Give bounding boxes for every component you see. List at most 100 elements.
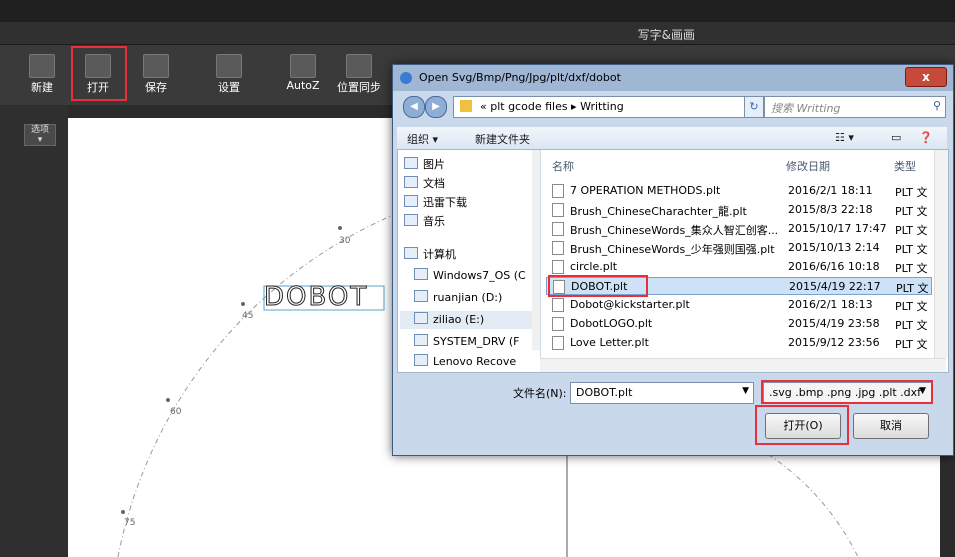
nav-label: 图片 bbox=[423, 158, 445, 171]
nav-item-pictures[interactable]: 图片 bbox=[404, 156, 445, 174]
nav-item-computer[interactable]: 计算机 bbox=[404, 246, 456, 264]
close-button[interactable]: x bbox=[905, 67, 947, 87]
drive-icon bbox=[414, 334, 428, 346]
nav-label: Windows7_OS (C bbox=[433, 269, 526, 282]
settings-tools-icon bbox=[216, 54, 242, 78]
file-type: PLT 文 bbox=[895, 300, 928, 313]
file-type: PLT 文 bbox=[896, 282, 929, 295]
file-type: PLT 文 bbox=[895, 319, 928, 332]
command-bar: 组织 ▾ 新建文件夹 ☷ ▾ ▭ ❓ bbox=[397, 127, 947, 150]
new-label: 新建 bbox=[31, 81, 53, 94]
file-icon bbox=[552, 184, 564, 198]
new-button[interactable]: 新建 bbox=[16, 52, 68, 96]
recovery-drive-icon bbox=[414, 354, 428, 366]
file-icon bbox=[552, 260, 564, 274]
options-label: 选项 bbox=[30, 125, 49, 135]
pictures-icon bbox=[404, 157, 418, 169]
dialog-app-icon bbox=[400, 72, 412, 84]
save-icon bbox=[143, 54, 169, 78]
top-strip bbox=[0, 0, 955, 22]
file-date: 2015/4/19 23:58 bbox=[788, 317, 880, 330]
column-header-name[interactable]: 名称 bbox=[552, 158, 574, 174]
file-name: Dobot@kickstarter.plt bbox=[570, 298, 690, 311]
navigation-pane: 图片 文档 迅雷下载 音乐 计算机 Windows7_OS (C ruanjia… bbox=[398, 150, 541, 372]
nav-item-drive-d[interactable]: ruanjian (D:) bbox=[414, 290, 502, 308]
view-options-icon[interactable]: ☷ ▾ bbox=[835, 131, 854, 144]
file-date: 2015/8/3 22:18 bbox=[788, 203, 873, 216]
column-header-date[interactable]: 修改日期 bbox=[786, 158, 830, 174]
canvas-text-dobot[interactable]: DOBOT bbox=[263, 282, 368, 313]
file-type: PLT 文 bbox=[895, 186, 928, 199]
address-path: « plt gcode files ▸ Writting bbox=[480, 100, 624, 113]
nav-item-drive-e[interactable]: ziliao (E:) bbox=[414, 312, 484, 330]
options-button[interactable]: 选项 ▾ bbox=[24, 124, 56, 146]
column-header-type[interactable]: 类型 bbox=[894, 158, 916, 174]
nav-item-music[interactable]: 音乐 bbox=[404, 213, 445, 231]
file-date: 2015/4/19 22:17 bbox=[789, 280, 881, 293]
file-row[interactable]: Brush_ChineseWords_集众人智汇创客... 2015/10/17 … bbox=[546, 220, 932, 238]
file-row[interactable]: 7 OPERATION METHODS.plt 2016/2/1 18:11 PLT… bbox=[546, 182, 932, 200]
nav-label: 迅雷下载 bbox=[423, 196, 467, 209]
file-date: 2016/6/16 10:18 bbox=[788, 260, 880, 273]
file-name: Brush_ChineseCharachter_龍.plt bbox=[570, 205, 747, 218]
degree-label-60: 60 bbox=[170, 407, 182, 417]
file-icon bbox=[552, 241, 564, 255]
settings-button[interactable]: 设置 bbox=[203, 52, 255, 96]
forward-arrow-icon[interactable]: ▶ bbox=[425, 96, 447, 118]
chevron-down-icon[interactable]: ▼ bbox=[742, 386, 749, 396]
search-placeholder: 搜索 Writting bbox=[771, 102, 841, 115]
nav-item-drive-c[interactable]: Windows7_OS (C bbox=[414, 268, 526, 286]
file-row[interactable]: Brush_ChineseCharachter_龍.plt 2015/8/3 22… bbox=[546, 201, 932, 219]
save-button[interactable]: 保存 bbox=[130, 52, 182, 96]
position-sync-icon bbox=[346, 54, 372, 78]
left-sidebar bbox=[0, 105, 68, 557]
file-type: PLT 文 bbox=[895, 205, 928, 218]
open-confirm-highlight bbox=[755, 405, 849, 445]
file-list-scrollbar[interactable] bbox=[934, 150, 948, 358]
file-date: 2015/9/12 23:56 bbox=[788, 336, 880, 349]
refresh-icon[interactable]: ↻ bbox=[744, 96, 764, 118]
app-title: 写字&画画 bbox=[637, 28, 695, 42]
file-name: circle.plt bbox=[570, 260, 618, 273]
file-row[interactable]: Love Letter.plt 2015/9/12 23:56 PLT 文 bbox=[546, 334, 932, 352]
filename-label: 文件名(N): bbox=[513, 387, 567, 400]
search-input[interactable]: 搜索 Writting ⚲ bbox=[764, 96, 946, 118]
file-name: Brush_ChineseWords_集众人智汇创客... bbox=[570, 224, 779, 237]
position-sync-label: 位置同步 bbox=[337, 81, 381, 94]
filename-input[interactable]: DOBOT.plt ▼ bbox=[570, 382, 754, 404]
autoz-label: AutoZ bbox=[286, 79, 320, 92]
file-row[interactable]: Brush_ChineseWords_少年强则国强.plt 2015/10/13 … bbox=[546, 239, 932, 257]
file-date: 2015/10/13 2:14 bbox=[788, 241, 880, 254]
nav-label: 音乐 bbox=[423, 215, 445, 228]
nav-item-drive-f[interactable]: SYSTEM_DRV (F bbox=[414, 334, 520, 352]
help-icon[interactable]: ❓ bbox=[919, 131, 933, 144]
file-icon bbox=[552, 203, 564, 217]
position-sync-button[interactable]: 位置同步 bbox=[333, 52, 385, 96]
nav-label: Lenovo Recove bbox=[433, 355, 517, 368]
file-row[interactable]: circle.plt 2016/6/16 10:18 PLT 文 bbox=[546, 258, 932, 276]
file-row[interactable]: DobotLOGO.plt 2015/4/19 23:58 PLT 文 bbox=[546, 315, 932, 333]
nav-item-lenovo-recovery[interactable]: Lenovo Recove bbox=[414, 354, 516, 372]
nav-scrollbar[interactable] bbox=[532, 150, 540, 350]
nav-label: SYSTEM_DRV (F bbox=[433, 335, 520, 348]
app-title-bar bbox=[0, 22, 955, 45]
file-row[interactable]: Dobot@kickstarter.plt 2016/2/1 18:13 PLT 文 bbox=[546, 296, 932, 314]
new-folder-button[interactable]: 新建文件夹 bbox=[475, 131, 530, 147]
music-icon bbox=[404, 214, 418, 226]
cancel-button[interactable]: 取消 bbox=[853, 413, 929, 439]
organize-button[interactable]: 组织 ▾ bbox=[407, 131, 438, 147]
search-icon: ⚲ bbox=[932, 99, 941, 112]
file-icon bbox=[552, 317, 564, 331]
horizontal-scrollbar[interactable] bbox=[540, 358, 946, 372]
file-icon bbox=[552, 298, 564, 312]
file-type: PLT 文 bbox=[895, 243, 928, 256]
nav-item-thunder-downloads[interactable]: 迅雷下载 bbox=[404, 194, 467, 212]
drive-icon bbox=[414, 312, 428, 324]
back-arrow-icon[interactable]: ◀ bbox=[403, 96, 425, 118]
selected-file-highlight bbox=[548, 275, 648, 297]
nav-item-documents[interactable]: 文档 bbox=[404, 175, 445, 193]
autoz-button[interactable]: AutoZ bbox=[277, 52, 329, 96]
file-name: Brush_ChineseWords_少年强则国强.plt bbox=[570, 243, 775, 256]
address-bar[interactable]: « plt gcode files ▸ Writting bbox=[453, 96, 770, 118]
preview-pane-icon[interactable]: ▭ bbox=[891, 131, 901, 144]
